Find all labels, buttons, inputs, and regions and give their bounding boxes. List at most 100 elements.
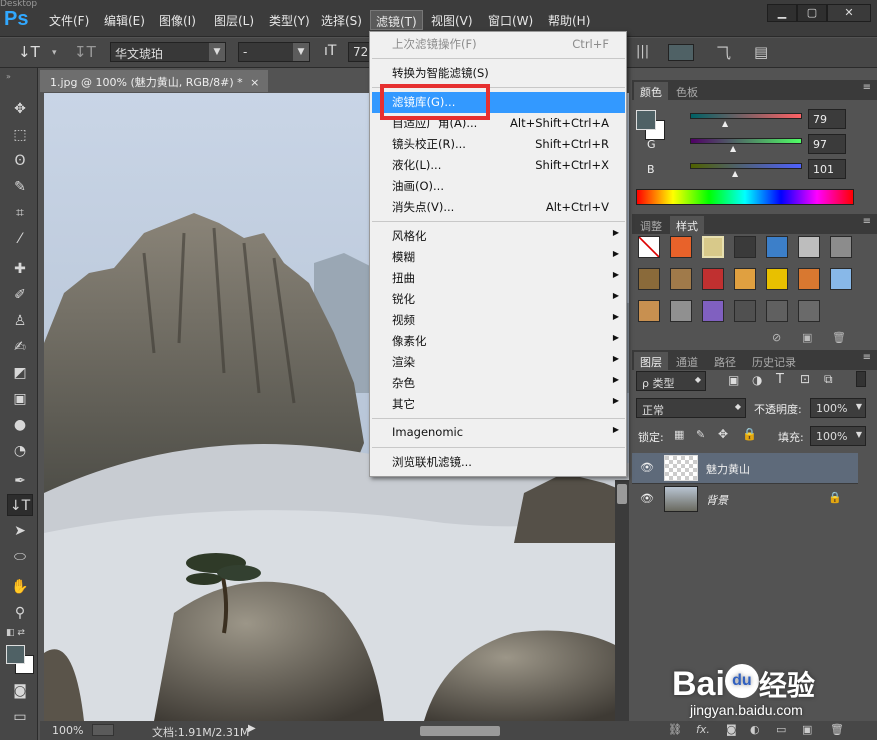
style-swatch[interactable] — [734, 236, 756, 258]
tab-history[interactable]: 历史记录 — [746, 352, 802, 370]
status-menu-icon[interactable] — [92, 724, 114, 736]
delete-layer-icon[interactable]: 🗑 — [830, 723, 844, 736]
horizontal-scrollbar-thumb[interactable] — [420, 726, 500, 736]
default-colors-icon[interactable]: ◧ ⇄ — [6, 628, 25, 638]
eraser-tool-icon[interactable]: ◩ — [7, 362, 33, 384]
history-brush-tool-icon[interactable]: ✍ — [7, 336, 33, 358]
style-swatch[interactable] — [670, 300, 692, 322]
tab-layers[interactable]: 图层 — [634, 352, 668, 370]
menu-3[interactable]: 图层(L) — [209, 10, 259, 30]
panel-menu-icon[interactable]: ≡ — [863, 82, 871, 93]
style-swatch[interactable] — [798, 268, 820, 290]
filter-smart-icon[interactable]: ⧉ — [824, 372, 833, 387]
zoom-tool-icon[interactable]: ⚲ — [7, 602, 33, 624]
filter-shape-icon[interactable]: ⊡ — [800, 372, 810, 386]
filter-menu-item[interactable]: 镜头校正(R)... Shift+Ctrl+R — [372, 134, 625, 155]
warp-text-icon[interactable]: ⺄ — [716, 42, 731, 63]
collapse-icon[interactable]: » — [6, 72, 11, 81]
visibility-eye-icon[interactable]: 👁 — [640, 492, 654, 505]
close-button[interactable]: ✕ — [827, 4, 871, 22]
gradient-tool-icon[interactable]: ▣ — [7, 388, 33, 410]
style-swatch[interactable] — [702, 268, 724, 290]
channel-b-handle[interactable]: ▲ — [732, 169, 738, 178]
lock-position-icon[interactable]: ✥ — [718, 427, 728, 441]
filter-menu-item[interactable]: 渲染 ▶ — [372, 352, 625, 373]
channel-r-handle[interactable]: ▲ — [722, 119, 728, 128]
clear-style-icon[interactable]: ⊘ — [772, 331, 781, 344]
vertical-scrollbar-thumb[interactable] — [617, 484, 627, 504]
style-swatch[interactable] — [734, 300, 756, 322]
clone-stamp-tool-icon[interactable]: ♙ — [7, 310, 33, 332]
filter-menu-item[interactable]: 像素化 ▶ — [372, 331, 625, 352]
link-layers-icon[interactable]: ⛓ — [668, 723, 682, 736]
blur-tool-icon[interactable]: ● — [7, 414, 33, 436]
tab-paths[interactable]: 路径 — [708, 352, 742, 370]
menu-4[interactable]: 类型(Y) — [264, 10, 315, 30]
style-swatch[interactable] — [670, 268, 692, 290]
channel-g-input[interactable]: 97 — [808, 134, 846, 154]
filter-menu-item[interactable]: 锐化 ▶ — [372, 289, 625, 310]
filter-menu-item[interactable]: 转换为智能滤镜(S) — [372, 63, 625, 84]
menu-2[interactable]: 图像(I) — [154, 10, 201, 30]
filter-menu-item[interactable]: 视频 ▶ — [372, 310, 625, 331]
new-style-icon[interactable]: ▣ — [802, 331, 812, 344]
style-swatch[interactable] — [734, 268, 756, 290]
path-selection-tool-icon[interactable]: ➤ — [7, 520, 33, 542]
filter-menu-item[interactable]: Imagenomic ▶ — [372, 423, 625, 444]
quick-select-tool-icon[interactable]: ✎ — [7, 176, 33, 198]
style-swatch[interactable] — [766, 300, 788, 322]
menu-1[interactable]: 编辑(E) — [99, 10, 150, 30]
lock-all-icon[interactable]: 🔒 — [742, 427, 757, 441]
style-swatch[interactable] — [638, 236, 660, 258]
status-arrow-icon[interactable]: ▶ — [248, 723, 256, 734]
menu-5[interactable]: 选择(S) — [316, 10, 367, 30]
layer-name[interactable]: 背景 — [706, 492, 728, 508]
filter-menu-item[interactable]: 杂色 ▶ — [372, 373, 625, 394]
marquee-tool-icon[interactable]: ⬚ — [7, 124, 33, 146]
filter-menu-item[interactable]: 浏览联机滤镜... — [372, 452, 625, 473]
tab-swatches[interactable]: 色板 — [670, 82, 704, 100]
menu-7[interactable]: 视图(V) — [426, 10, 478, 30]
minimize-button[interactable]: ▁ — [767, 4, 797, 22]
style-swatch[interactable] — [798, 300, 820, 322]
filter-menu-item[interactable]: 消失点(V)... Alt+Ctrl+V — [372, 197, 625, 218]
fill-input[interactable]: 100% ▼ — [810, 426, 866, 446]
tab-styles[interactable]: 样式 — [670, 216, 704, 234]
font-family-select[interactable]: 华文琥珀 ▼ — [110, 42, 226, 62]
channel-g-handle[interactable]: ▲ — [730, 144, 736, 153]
opacity-input[interactable]: 100% ▼ — [810, 398, 866, 418]
channel-b-input[interactable]: 101 — [808, 159, 846, 179]
style-swatch[interactable] — [638, 300, 660, 322]
panel-menu-icon[interactable]: ≡ — [863, 352, 871, 363]
adjustment-layer-icon[interactable]: ◐ — [750, 723, 760, 736]
new-layer-icon[interactable]: ▣ — [802, 723, 812, 736]
blend-mode-select[interactable]: 正常 ◆ — [636, 398, 746, 418]
hand-tool-icon[interactable]: ✋ — [7, 576, 33, 598]
filter-toggle[interactable] — [856, 371, 866, 387]
text-tool-icon[interactable]: ↓T — [18, 43, 40, 61]
channel-r-input[interactable]: 79 — [808, 109, 846, 129]
filter-pixel-icon[interactable]: ▣ — [728, 373, 739, 387]
foreground-color-swatch[interactable] — [6, 645, 25, 664]
maximize-button[interactable]: ▢ — [797, 4, 827, 22]
filter-menu-item[interactable]: 风格化 ▶ — [372, 226, 625, 247]
menu-8[interactable]: 窗口(W) — [483, 10, 538, 30]
new-group-icon[interactable]: ▭ — [776, 723, 786, 736]
style-swatch[interactable] — [798, 236, 820, 258]
text-color-swatch[interactable] — [668, 44, 694, 61]
filter-menu-item[interactable]: 油画(O)... — [372, 176, 625, 197]
tool-preset-dropdown-icon[interactable]: ▾ — [52, 48, 57, 58]
visibility-eye-icon[interactable]: 👁 — [640, 461, 654, 474]
pen-tool-icon[interactable]: ✒ — [7, 470, 33, 492]
text-orientation-icon[interactable]: ↧T — [74, 43, 96, 61]
font-size-input[interactable]: 72 — [348, 42, 370, 62]
layer-row-text[interactable]: 👁 魅力黄山 — [632, 453, 858, 483]
filter-menu-item[interactable]: 液化(L)... Shift+Ctrl+X — [372, 155, 625, 176]
dodge-tool-icon[interactable]: ◔ — [7, 440, 33, 462]
color-foreground-swatch[interactable] — [636, 110, 656, 130]
move-tool-icon[interactable]: ✥ — [7, 98, 33, 120]
add-mask-icon[interactable]: ◙ — [726, 723, 737, 736]
tab-channels[interactable]: 通道 — [670, 352, 704, 370]
screen-mode-icon[interactable]: ▭ — [7, 706, 33, 728]
close-tab-icon[interactable]: × — [250, 76, 259, 89]
